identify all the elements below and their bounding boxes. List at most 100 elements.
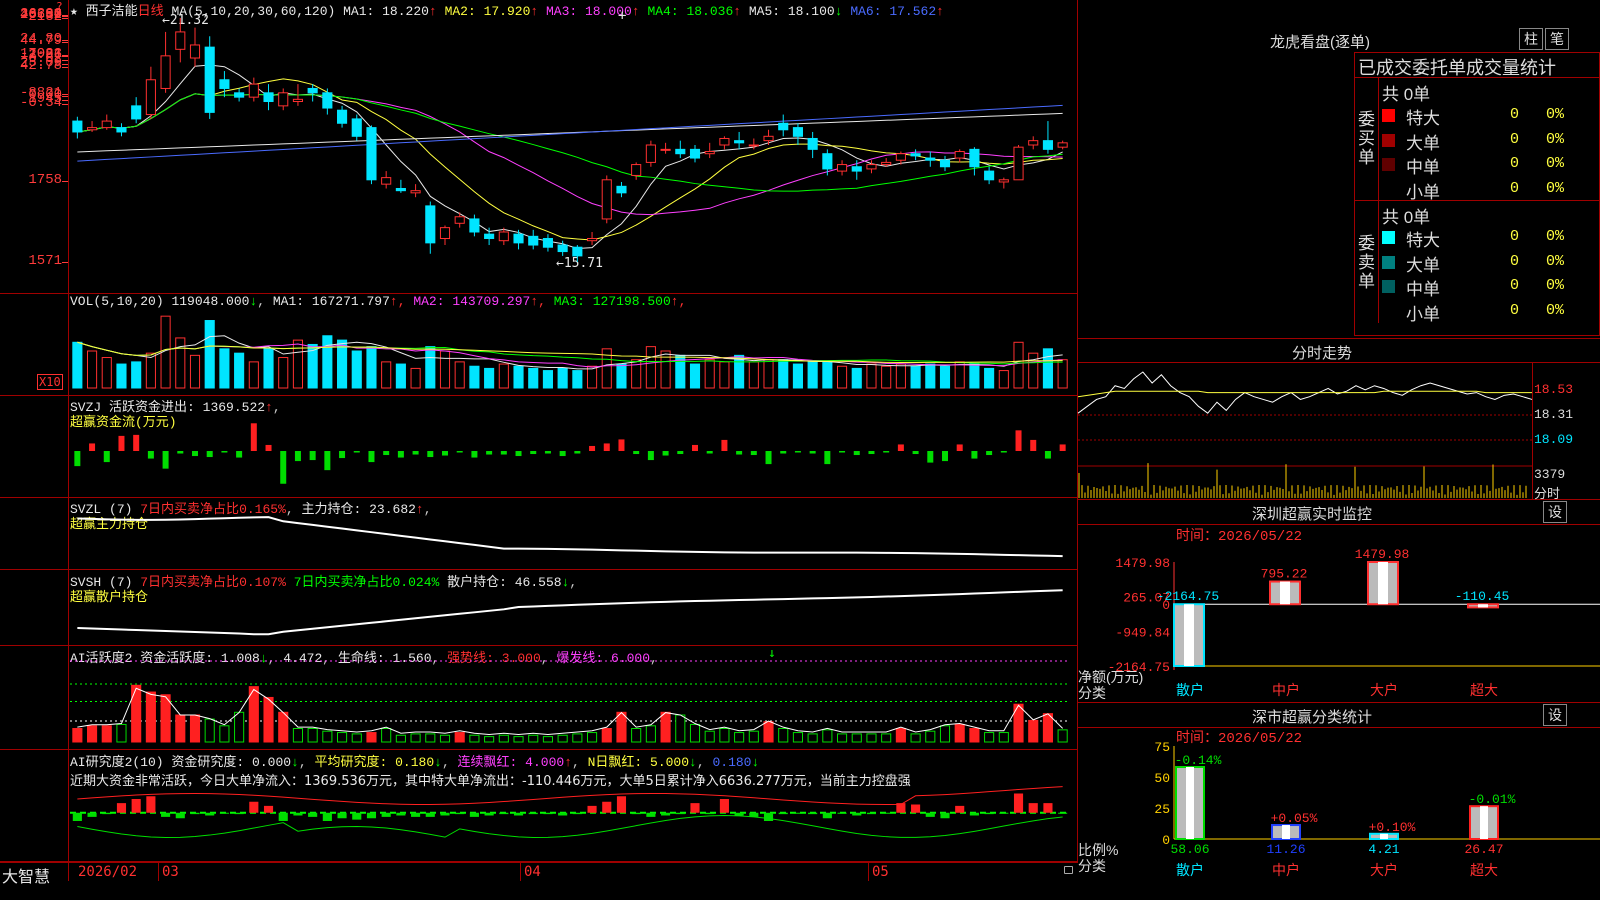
activity-bar <box>410 733 421 743</box>
research-bar <box>263 805 274 813</box>
research-bar <box>969 812 979 816</box>
ai-research-chart[interactable] <box>70 750 1076 862</box>
volume-bar <box>322 335 333 389</box>
sz-category-xlabel: 分类 <box>1078 858 1106 874</box>
candle-body <box>1013 146 1024 181</box>
svsh-chart[interactable] <box>70 570 1076 646</box>
row-value: 0 <box>1510 301 1520 319</box>
activity-bar <box>675 714 686 743</box>
swatch-icon <box>1382 304 1395 318</box>
volume-bar <box>572 370 583 389</box>
volume-bar <box>1042 348 1053 389</box>
candle-body <box>954 151 965 159</box>
swatch-icon <box>1382 158 1395 171</box>
candle-body <box>131 105 142 120</box>
bi-button[interactable]: 笔 <box>1545 28 1569 50</box>
flow-bar <box>397 451 404 458</box>
activity-bar <box>1028 719 1039 743</box>
research-bar <box>190 812 200 815</box>
flow-bar <box>147 451 154 459</box>
axis-tick <box>62 96 68 97</box>
research-bar <box>719 799 729 813</box>
flow-bar <box>442 451 448 456</box>
volume-bar <box>822 361 833 389</box>
axis-label: -0.34 <box>19 95 62 111</box>
candle-body <box>645 144 656 163</box>
candle-body <box>219 79 230 89</box>
activity-bar <box>145 691 156 743</box>
flow-bar <box>574 451 581 454</box>
ai-active-chart[interactable] <box>70 646 1076 750</box>
activity-bar <box>807 733 818 743</box>
sz-category-chart[interactable]: 75 50 25 0 -0.14% 58.06 散户 +0.05% 11.26 中户 +0.10% 4… <box>1078 740 1600 900</box>
flow-bar <box>294 451 301 462</box>
sz-monitor-chart[interactable]: 1479.98265.070-949.84-2164.75-2164.75散户7… <box>1078 540 1600 702</box>
research-bar <box>131 799 141 813</box>
brand-label: 大智慧 <box>2 867 51 886</box>
sz-monitor-value-label: -110.45 <box>1455 589 1510 604</box>
candle-body <box>469 218 480 233</box>
research-bar <box>763 812 774 821</box>
candle-body <box>734 140 745 144</box>
sz-category-category: 散户 <box>1176 862 1204 879</box>
flow-bar <box>353 451 360 453</box>
flow-bar <box>853 451 860 456</box>
activity-bar <box>998 732 1009 743</box>
volume-bar <box>689 363 701 389</box>
volume-bar <box>660 350 671 389</box>
research-bar <box>337 812 347 819</box>
volume-bar <box>116 363 127 389</box>
sz-category-change: +0.10% <box>1369 820 1416 835</box>
intraday-chart[interactable] <box>1077 362 1533 500</box>
lock-icon[interactable] <box>1064 866 1073 874</box>
intraday-avg-line <box>1077 390 1532 398</box>
candle-body <box>292 98 304 103</box>
volume-bar <box>925 363 936 389</box>
sz-monitor-value-label: 795.22 <box>1261 567 1308 582</box>
flow-bar <box>927 451 934 463</box>
candle-body <box>969 148 980 168</box>
sz-category-bar-highlight <box>1282 825 1290 839</box>
candle-body <box>234 92 245 98</box>
sz-monitor-settings-button[interactable]: 设 <box>1543 501 1567 523</box>
volume-bar <box>175 337 186 389</box>
row-name: 大单 <box>1406 133 1440 153</box>
volume-bar <box>189 354 201 389</box>
sz-category-change: -0.14% <box>1175 753 1222 768</box>
volume-bar <box>410 367 421 389</box>
candle-body <box>748 144 759 147</box>
svzj-chart[interactable] <box>70 396 1076 498</box>
volume-bar <box>469 365 480 389</box>
volume-chart[interactable] <box>70 294 1076 396</box>
ma-line <box>77 104 1063 162</box>
research-bar <box>484 812 494 816</box>
activity-bar <box>175 714 186 743</box>
research-bar <box>852 812 862 816</box>
flow-bar <box>942 451 948 462</box>
time-start: 2026/02 <box>78 864 138 880</box>
candle-body <box>866 164 877 170</box>
sz-category-settings-button[interactable]: 设 <box>1543 704 1567 726</box>
flow-bar <box>515 451 522 457</box>
flow-bar <box>971 451 978 459</box>
axis-tick <box>62 100 68 101</box>
flow-bar <box>883 451 890 453</box>
ma-line <box>77 112 1063 153</box>
volume-bar <box>454 361 465 389</box>
candle-body <box>72 120 83 133</box>
activity-bar <box>87 725 98 743</box>
flow-bar <box>559 451 566 457</box>
price-chart[interactable] <box>70 0 1076 294</box>
flow-bar <box>1015 430 1022 451</box>
candle-body <box>381 177 392 185</box>
zhu-button[interactable]: 柱 <box>1519 28 1543 50</box>
activity-bar <box>322 730 333 743</box>
row-name: 中单 <box>1406 280 1440 299</box>
svzl-chart[interactable] <box>70 498 1076 570</box>
volume-bar <box>719 361 730 389</box>
candle-body <box>337 109 348 124</box>
candle-body <box>601 179 612 220</box>
candle-body <box>778 122 789 131</box>
vol-unit: X10 <box>37 374 63 390</box>
research-bar <box>425 812 435 817</box>
